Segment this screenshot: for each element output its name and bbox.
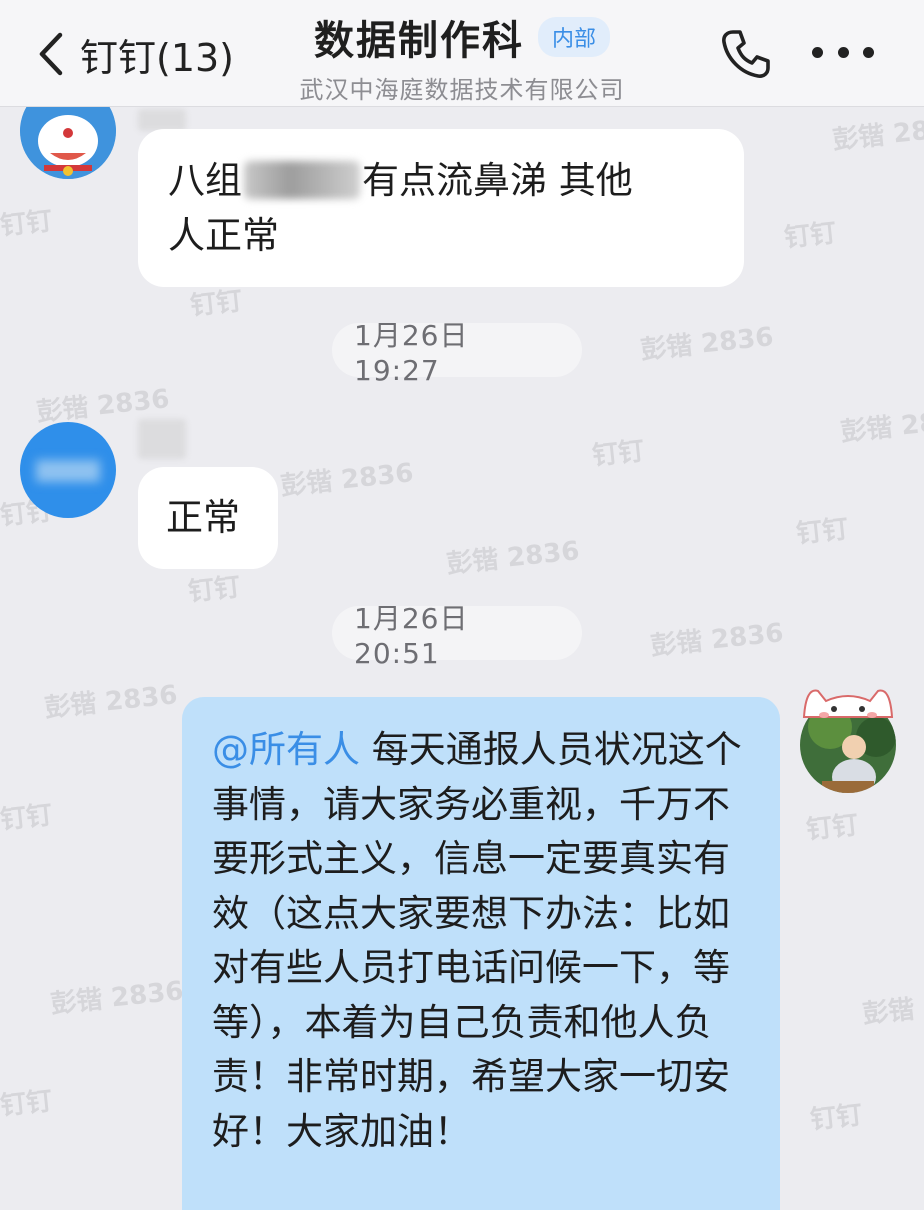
timestamp: 1月26日 20:51 <box>332 602 582 670</box>
organization-subtitle: 武汉中海庭数据技术有限公司 <box>299 76 625 104</box>
message-text: 人正常 <box>168 214 279 257</box>
message-list[interactable]: 彭锴 2836 钉钉 钉钉 钉钉 彭锴 2836 彭锴 2836 彭锴 2836… <box>0 107 924 1210</box>
watermark: 彭锴 2836 <box>445 536 581 580</box>
watermark: 彭锴 2836 <box>49 976 185 1020</box>
internal-badge: 内部 <box>537 17 610 57</box>
avatar[interactable] <box>20 422 116 518</box>
more-icon[interactable] <box>812 40 874 64</box>
watermark: 彭锴 2836 <box>861 986 924 1030</box>
watermark: 钉钉 <box>0 206 54 242</box>
redacted-name <box>244 161 360 199</box>
sender-name-redacted <box>138 109 186 131</box>
watermark: 钉钉 <box>0 1086 54 1122</box>
message-text: 有点流鼻涕 其他 <box>362 159 633 202</box>
phone-icon[interactable] <box>718 26 774 82</box>
message-text: 正常 <box>166 496 240 539</box>
watermark: 钉钉 <box>804 810 860 846</box>
message-text: 八组 <box>168 159 242 202</box>
avatar[interactable] <box>20 107 116 179</box>
chat-title[interactable]: 数据制作科 <box>314 8 524 66</box>
watermark: 彭锴 2836 <box>639 322 775 366</box>
watermark: 彭锴 2836 <box>43 680 179 724</box>
chat-header: 钉钉(13) 数据制作科 内部 武汉中海庭数据技术有限公司 <box>0 0 924 107</box>
timestamp: 1月26日 19:27 <box>332 319 582 387</box>
message-text: 每天通报人员状况这个事情，请大家务必重视，千万不要形式主义，信息一定要真实有效（… <box>212 728 742 1153</box>
sender-name-redacted <box>138 419 186 459</box>
message-bubble[interactable]: 八组 有点流鼻涕 其他 人正常 <box>138 129 744 287</box>
watermark: 彭锴 2836 <box>831 112 924 156</box>
watermark: 彭锴 2836 <box>279 458 415 502</box>
mention-all[interactable]: @所有人 <box>212 728 360 771</box>
watermark: 钉钉 <box>186 572 242 608</box>
watermark: 彭锴 2836 <box>649 618 785 662</box>
cat-sticker-icon <box>802 689 894 718</box>
watermark: 彭锴 2836 <box>839 404 924 448</box>
title-block: 数据制作科 内部 武汉中海庭数据技术有限公司 <box>0 8 924 105</box>
watermark: 钉钉 <box>590 436 646 472</box>
redacted-avatar-text <box>36 460 100 482</box>
doraemon-avatar-icon <box>20 107 116 179</box>
watermark: 钉钉 <box>808 1100 864 1136</box>
watermark: 钉钉 <box>782 218 838 254</box>
watermark: 钉钉 <box>0 800 54 836</box>
message-bubble[interactable]: 正常 <box>138 467 278 569</box>
watermark: 钉钉 <box>794 514 850 550</box>
outgoing-message-bubble[interactable]: @所有人 每天通报人员状况这个事情，请大家务必重视，千万不要形式主义，信息一定要… <box>182 697 780 1210</box>
